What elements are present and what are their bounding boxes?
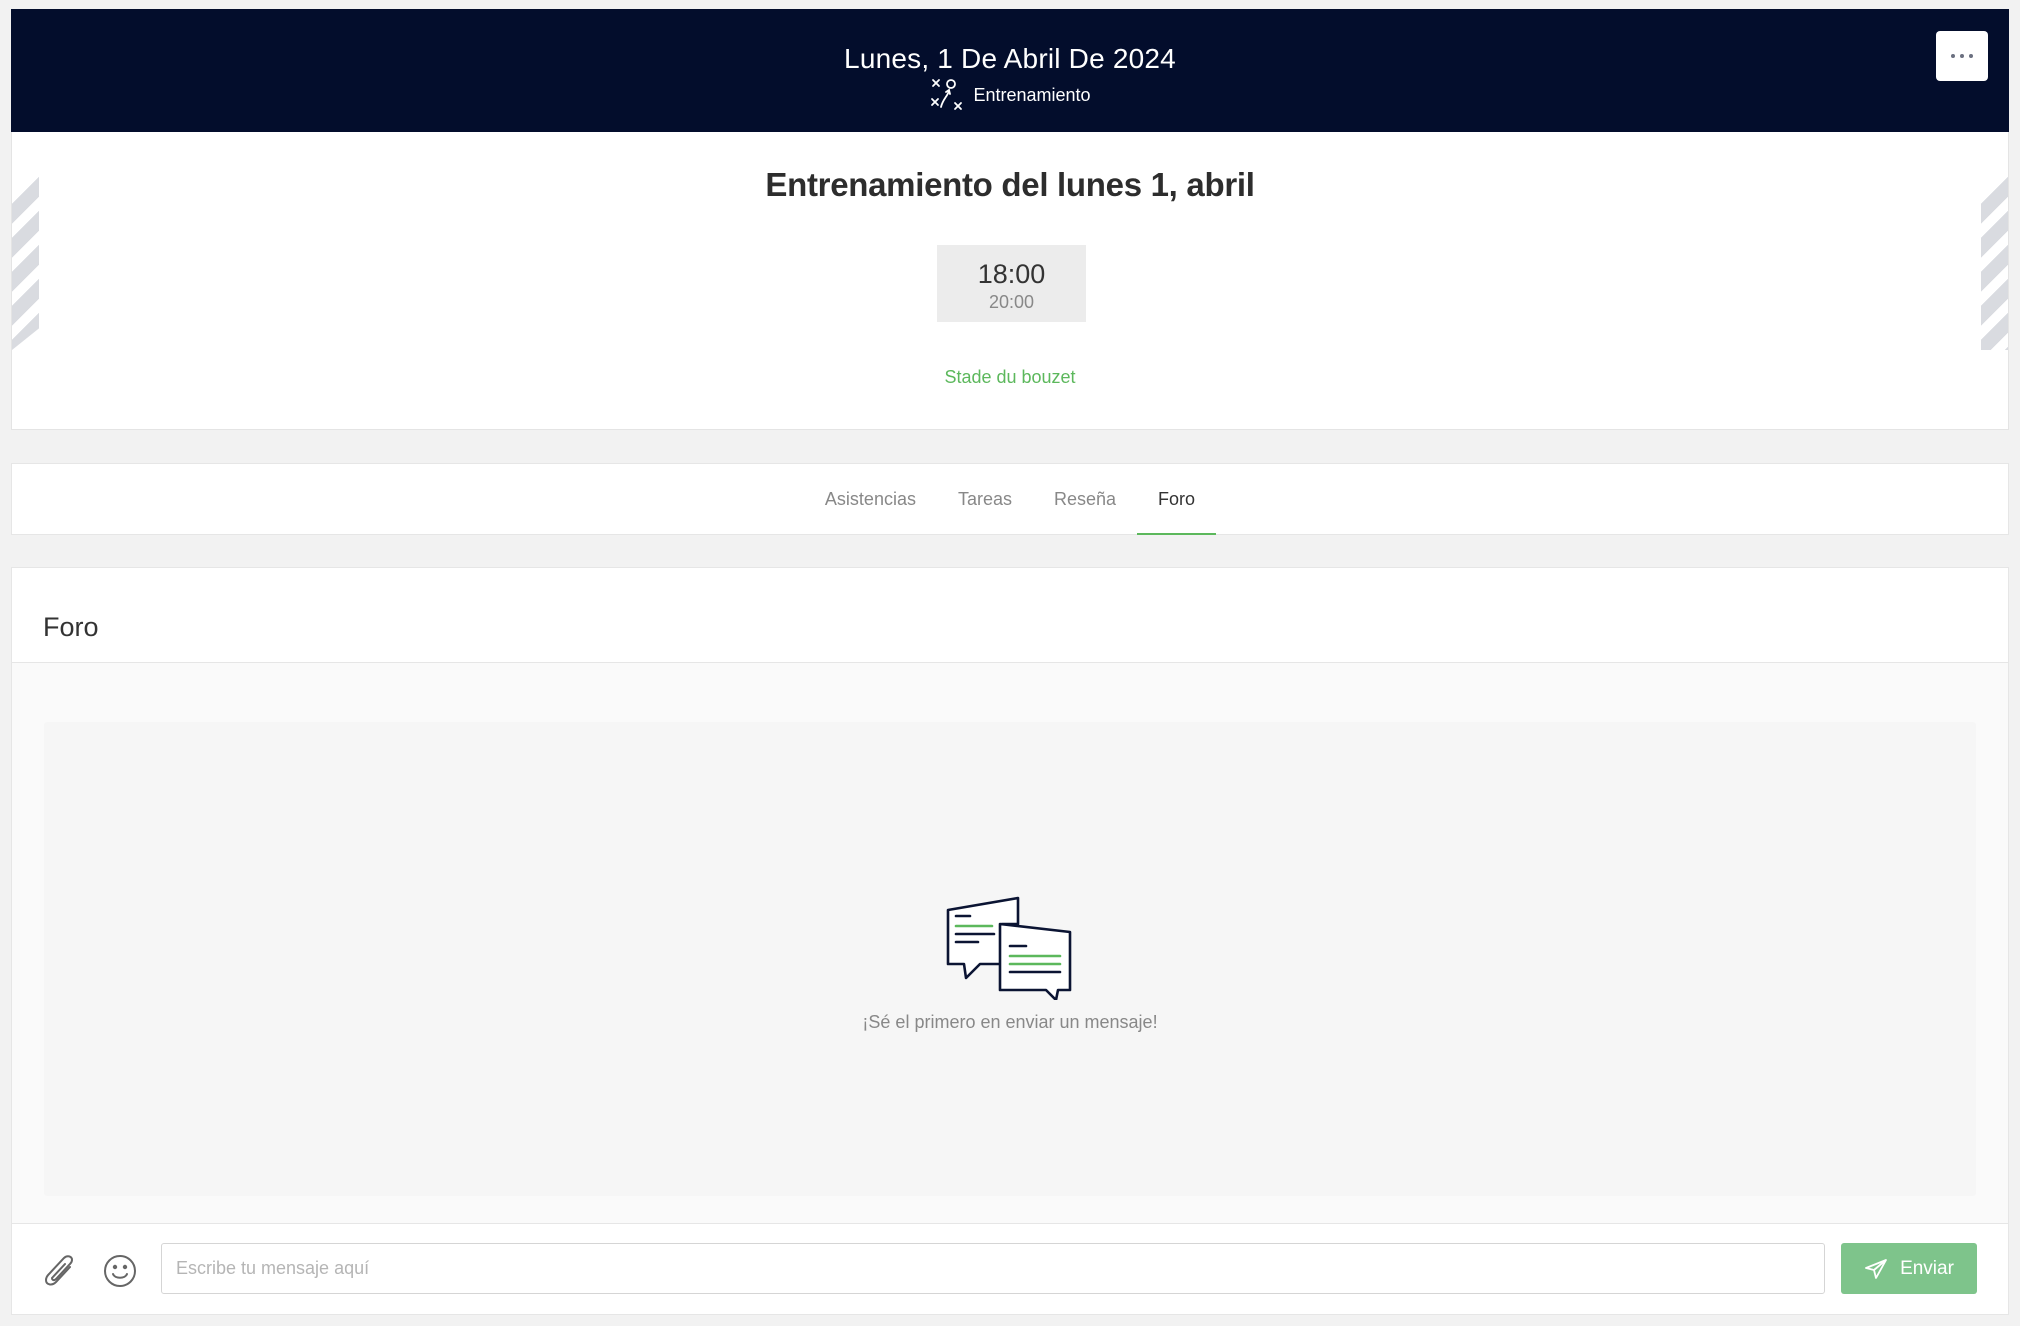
empty-state-message: ¡Sé el primero en enviar un mensaje! [862,1012,1158,1032]
tab-asistencias[interactable]: Asistencias [804,464,937,534]
paper-plane-icon [1865,1258,1887,1279]
event-date: Lunes, 1 De Abril De 2024 [844,43,1176,74]
more-options-button[interactable] [1936,31,1988,81]
forum-panel: Foro ¡Sé el primero en enviar un mensaje… [11,567,2009,1315]
message-input[interactable] [161,1243,1825,1294]
event-type-label: Entrenamiento [973,84,1091,105]
tabs-bar: Asistencias Tareas Reseña Foro [11,463,2009,535]
time-box: 18:00 20:00 [937,245,1086,322]
end-time: 20:00 [988,292,1035,312]
event-header: Lunes, 1 De Abril De 2024 Entrenamiento [11,9,2009,132]
emoji-button[interactable] [100,1251,140,1291]
empty-state: ¡Sé el primero en enviar un mensaje! [44,722,1976,1196]
divider [12,1223,2008,1224]
tactics-board-icon [931,79,963,110]
tab-resena[interactable]: Reseña [1033,464,1137,534]
paperclip-icon [44,1255,74,1286]
attach-button[interactable] [40,1251,80,1291]
event-details-card: Entrenamiento del lunes 1, abril 18:00 2… [11,132,2009,430]
forum-heading: Foro [43,612,99,642]
send-button-label: Enviar [1900,1257,1954,1279]
event-type: Entrenamiento [11,77,2009,113]
ellipsis-icon [1960,54,1964,58]
smiley-icon [104,1255,136,1287]
send-button[interactable]: Enviar [1841,1243,1977,1294]
start-time: 18:00 [977,259,1046,289]
ellipsis-icon [1969,54,1973,58]
event-title: Entrenamiento del lunes 1, abril [765,166,1255,203]
tab-tareas[interactable]: Tareas [937,464,1033,534]
chat-bubbles-icon [946,896,1072,1000]
forum-messages-area[interactable]: ¡Sé el primero en enviar un mensaje! [12,663,2008,1223]
venue-link[interactable]: Stade du bouzet [12,367,2008,388]
ellipsis-icon [1951,54,1955,58]
tab-foro[interactable]: Foro [1137,464,1217,535]
